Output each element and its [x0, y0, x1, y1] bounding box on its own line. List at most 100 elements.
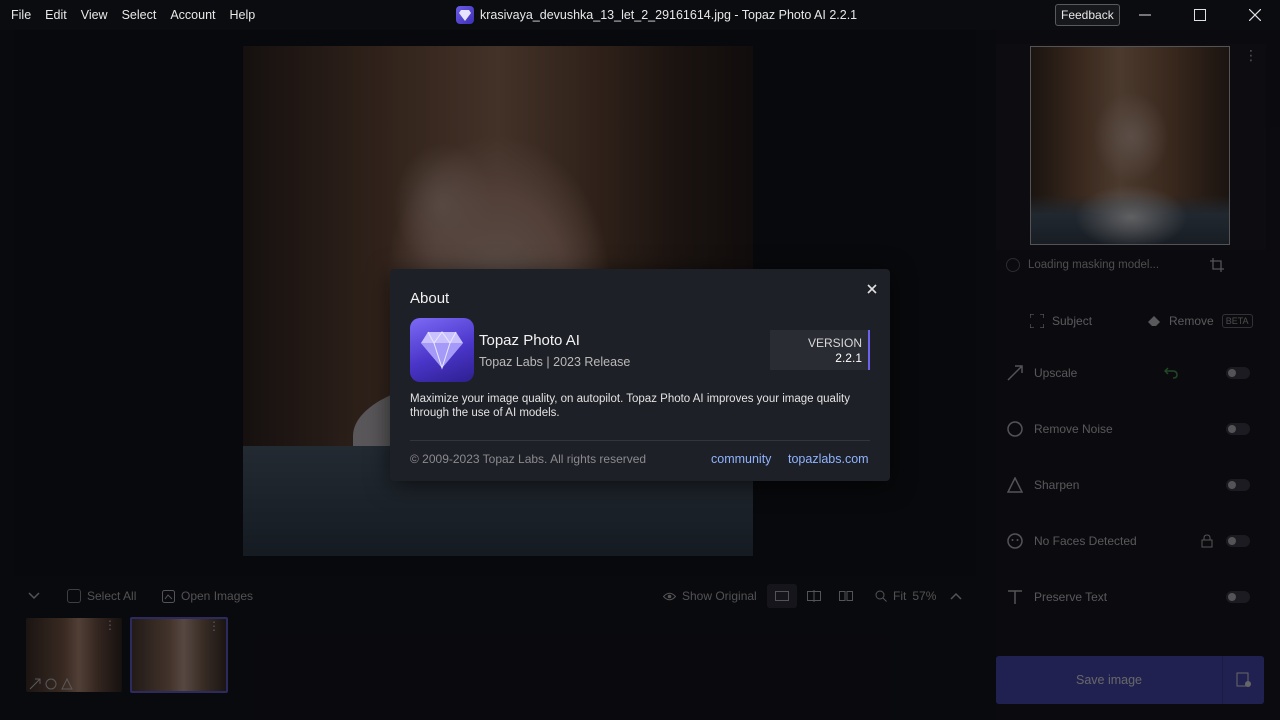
open-images-label: Open Images: [181, 589, 254, 603]
menu-view[interactable]: View: [74, 0, 115, 30]
face-toggle[interactable]: [1226, 535, 1250, 547]
fit-label: Fit: [893, 589, 907, 603]
copyright-text: © 2009-2023 Topaz Labs. All rights reser…: [410, 452, 647, 466]
open-images-button[interactable]: Open Images: [162, 580, 253, 612]
about-title: About: [410, 290, 450, 307]
maximize-icon: [1194, 9, 1206, 21]
show-original-button[interactable]: Show Original: [663, 580, 757, 612]
tool-remove-noise-label: Remove Noise: [1034, 422, 1113, 436]
show-original-label: Show Original: [682, 589, 757, 603]
checkbox-icon: [67, 589, 81, 603]
close-icon: [1249, 9, 1261, 21]
eraser-icon: [1148, 316, 1160, 326]
thumbnail-status-icons: [29, 678, 73, 690]
upscale-icon: [29, 678, 41, 690]
expand-button[interactable]: [950, 580, 962, 612]
tool-sharpen[interactable]: Sharpen: [1006, 469, 1256, 501]
save-image-button[interactable]: Save image: [996, 656, 1264, 704]
add-image-icon: [162, 589, 175, 603]
lock-icon: [1201, 534, 1213, 548]
version-label: VERSION: [807, 336, 862, 350]
remove-label: Remove: [1169, 314, 1214, 328]
menu-file[interactable]: File: [4, 0, 38, 30]
chevron-up-icon: [950, 592, 962, 600]
app-logo-icon: [410, 318, 474, 382]
export-settings-button[interactable]: [1222, 656, 1264, 704]
single-view-button[interactable]: [767, 584, 797, 608]
text-icon: [1006, 588, 1024, 606]
side-by-side-icon: [839, 591, 853, 601]
subject-select-icon: [1030, 314, 1044, 328]
close-window-button[interactable]: [1232, 0, 1278, 30]
divider: [410, 440, 870, 441]
split-view-button[interactable]: [799, 584, 829, 608]
side-by-side-button[interactable]: [831, 584, 861, 608]
zoom-fit-control[interactable]: Fit 57%: [875, 580, 936, 612]
zoom-level: 57%: [912, 589, 937, 603]
spinner-icon: [1006, 258, 1020, 272]
version-number: 2.2.1: [835, 351, 862, 365]
menu-account[interactable]: Account: [163, 0, 222, 30]
about-description: Maximize your image quality, on autopilo…: [410, 393, 850, 419]
thumbnail-2-selected[interactable]: ⋮: [130, 617, 228, 693]
upscale-icon: [1006, 364, 1024, 382]
website-link[interactable]: topazlabs.com: [788, 452, 869, 466]
tool-upscale[interactable]: Upscale: [1006, 357, 1256, 389]
sharpen-toggle[interactable]: [1226, 479, 1250, 491]
preview-image[interactable]: [1030, 46, 1230, 245]
about-close-button[interactable]: [862, 279, 882, 299]
undo-icon[interactable]: [1164, 367, 1178, 379]
close-icon: [867, 284, 877, 294]
menu-bar: File Edit View Select Account Help: [0, 0, 262, 30]
single-view-icon: [775, 591, 789, 601]
subject-button[interactable]: Subject: [1030, 304, 1092, 338]
thumbnail-menu-icon[interactable]: ⋮: [104, 619, 116, 631]
sharpen-icon: [61, 678, 73, 690]
select-all-label: Select All: [87, 589, 137, 603]
app-publisher: Topaz Labs | 2023 Release: [479, 355, 631, 369]
thumbnail-1[interactable]: ⋮: [26, 618, 122, 692]
remove-noise-toggle[interactable]: [1226, 423, 1250, 435]
window-title-text: krasivaya_devushka_13_let_2_29161614.jpg…: [480, 8, 858, 22]
collapse-button[interactable]: [28, 580, 40, 612]
chevron-down-icon: [28, 592, 40, 600]
tool-preserve-text-label: Preserve Text: [1034, 590, 1108, 604]
title-bar: File Edit View Select Account Help krasi…: [0, 0, 1280, 30]
loading-text: Loading masking model...: [1028, 259, 1160, 271]
menu-edit[interactable]: Edit: [38, 0, 74, 30]
face-icon: [1006, 532, 1024, 550]
crop-icon[interactable]: [1210, 258, 1224, 272]
eye-icon: [663, 592, 676, 600]
app-name: Topaz Photo AI: [479, 332, 580, 349]
preview-menu-icon[interactable]: ⋮: [1244, 48, 1258, 62]
preserve-text-toggle[interactable]: [1226, 591, 1250, 603]
tool-upscale-label: Upscale: [1034, 366, 1078, 380]
thumbnail-menu-icon[interactable]: ⋮: [208, 620, 220, 632]
menu-select[interactable]: Select: [115, 0, 164, 30]
masking-loading-row: Loading masking model...: [1006, 255, 1159, 275]
select-all-checkbox[interactable]: Select All: [67, 580, 136, 612]
maximize-button[interactable]: [1177, 0, 1223, 30]
bottom-toolbar: Select All Open Images Show Original Fit…: [14, 580, 976, 612]
tool-sharpen-label: Sharpen: [1034, 478, 1080, 492]
split-view-icon: [807, 590, 821, 602]
tool-face-label: No Faces Detected: [1034, 534, 1137, 548]
window-title: krasivaya_devushka_13_let_2_29161614.jpg…: [456, 0, 857, 30]
tool-preserve-text[interactable]: Preserve Text: [1006, 581, 1256, 613]
about-dialog: About Topaz Photo AI Topaz Labs | 2023 R…: [390, 269, 890, 481]
topaz-logo-icon: [456, 6, 474, 24]
remove-button[interactable]: Remove BETA: [1147, 304, 1253, 338]
version-box: VERSION 2.2.1: [770, 330, 870, 370]
menu-help[interactable]: Help: [223, 0, 263, 30]
app-window: File Edit View Select Account Help krasi…: [0, 0, 1280, 720]
feedback-button[interactable]: Feedback: [1055, 4, 1120, 26]
save-image-label: Save image: [1075, 673, 1142, 687]
tool-remove-noise[interactable]: Remove Noise: [1006, 413, 1256, 445]
subject-label: Subject: [1052, 314, 1093, 328]
export-settings-icon: [1236, 672, 1251, 687]
tool-face-recovery[interactable]: No Faces Detected: [1006, 525, 1256, 557]
minimize-button[interactable]: [1122, 0, 1168, 30]
beta-badge: BETA: [1221, 314, 1253, 328]
upscale-toggle[interactable]: [1226, 367, 1250, 379]
community-link[interactable]: community: [711, 452, 771, 466]
